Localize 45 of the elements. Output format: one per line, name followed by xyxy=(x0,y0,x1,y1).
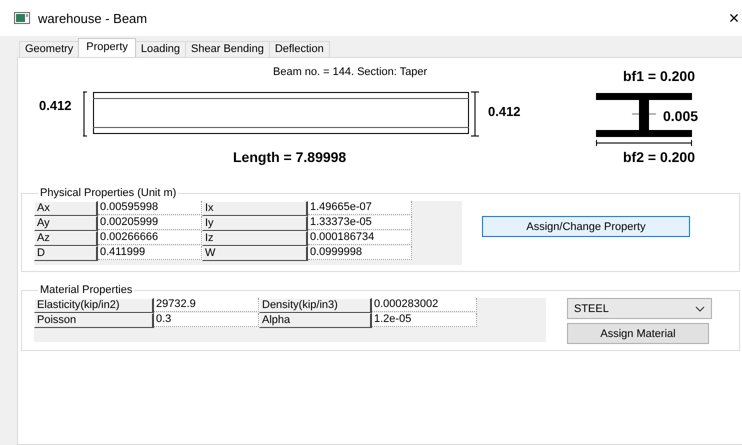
table-cell: 0.00595998 xyxy=(98,201,202,215)
material-dropdown[interactable]: STEEL xyxy=(567,298,712,319)
table-cell: 0.000186734 xyxy=(308,231,412,245)
chevron-down-icon xyxy=(695,306,705,312)
table-cell: 1.49665e-07 xyxy=(308,201,412,215)
tab[interactable]: Shear Bending xyxy=(185,41,270,57)
table-cell: 0.0999998 xyxy=(308,246,412,260)
web-thickness-label: 0.005 xyxy=(663,108,698,124)
row-header: W xyxy=(202,246,308,261)
depth-label: 0.412 xyxy=(39,98,72,113)
group-title: Material Properties xyxy=(39,284,134,296)
table-cell: 0.00266666 xyxy=(98,231,202,245)
tab[interactable]: Loading xyxy=(134,41,186,57)
row-header: Az xyxy=(34,231,98,246)
row-header: Ay xyxy=(34,216,98,231)
row-header: Ix xyxy=(202,201,308,216)
length-label: Length = 7.89998 xyxy=(233,149,346,165)
row-header: Elasticity(kip/in2) xyxy=(34,298,154,313)
flange-width-label: bf1 = 0.200 xyxy=(623,68,695,84)
row-header: Iz xyxy=(202,231,308,246)
row-header: D xyxy=(34,246,98,261)
close-button[interactable]: × xyxy=(728,8,742,28)
assign-material-button[interactable]: Assign Material xyxy=(567,323,709,344)
row-header: Iy xyxy=(202,216,308,231)
tab[interactable]: Deflection xyxy=(268,41,330,57)
table-cell: 0.411999 xyxy=(98,246,202,260)
row-header: Alpha xyxy=(259,313,372,328)
table-cell: 1.2e-05 xyxy=(372,313,477,327)
window-title: warehouse - Beam xyxy=(38,10,148,26)
table-cell: 0.3 xyxy=(154,313,259,327)
table-cell: 1.33373e-05 xyxy=(308,216,412,230)
tab[interactable]: Property xyxy=(78,38,136,57)
table-cell: 29732.9 xyxy=(154,298,259,312)
flange-width-label: bf2 = 0.200 xyxy=(623,149,695,165)
assign-property-button[interactable]: Assign/Change Property xyxy=(482,216,690,237)
row-header: Density(kip/in3) xyxy=(259,298,372,313)
row-header: Ax xyxy=(34,201,98,216)
beam-caption: Beam no. = 144. Section: Taper xyxy=(273,66,428,78)
group-title: Physical Properties (Unit m) xyxy=(39,187,178,199)
tab[interactable]: Geometry xyxy=(19,41,80,57)
table-cell: 0.00205999 xyxy=(98,216,202,230)
app-icon xyxy=(14,12,30,24)
row-header: Poisson xyxy=(34,313,154,328)
table-cell: 0.000283002 xyxy=(372,298,477,312)
depth-label: 0.412 xyxy=(488,104,521,119)
